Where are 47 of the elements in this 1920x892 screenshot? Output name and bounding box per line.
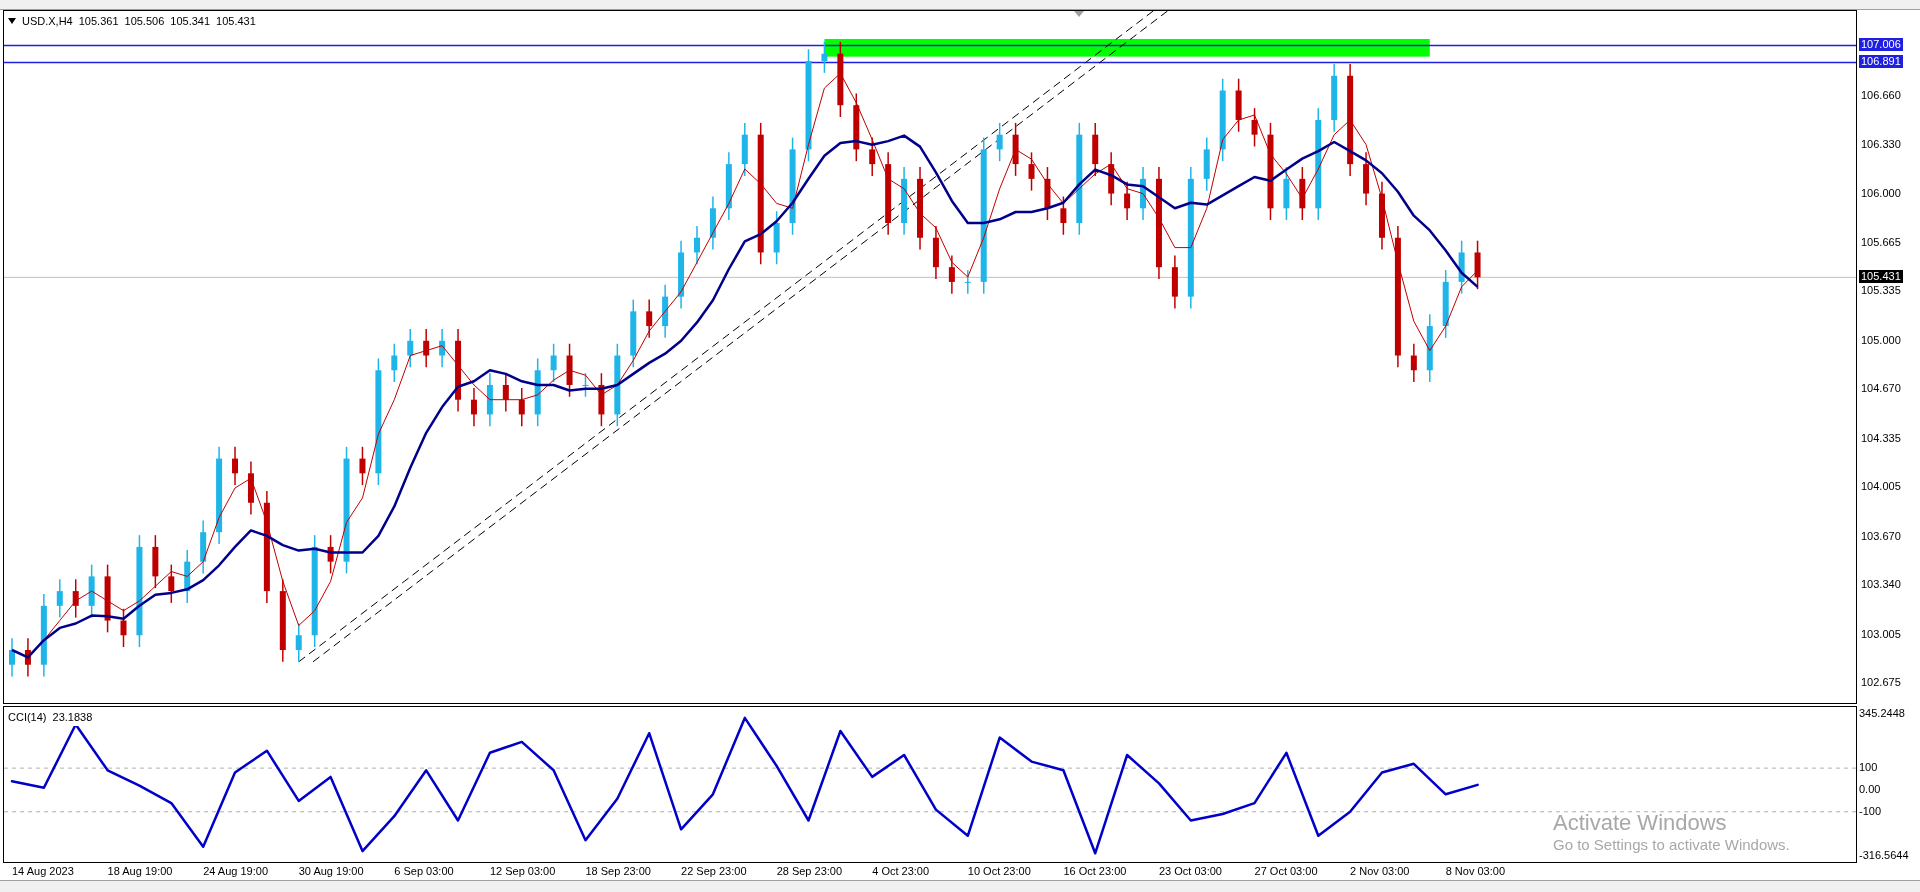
price-label: 105.335 xyxy=(1860,284,1902,298)
price-label: 106.660 xyxy=(1860,89,1902,103)
price-label: 104.670 xyxy=(1860,382,1902,396)
date-label: 30 Aug 19:00 xyxy=(298,865,364,878)
cci-axis-label: -100 xyxy=(1859,804,1882,818)
indicator-name: CCI(14) xyxy=(8,710,47,725)
price-label: 105.665 xyxy=(1860,235,1902,249)
price-label: 106.330 xyxy=(1860,137,1902,151)
date-label: 22 Sep 23:00 xyxy=(681,865,747,878)
price-label: 103.670 xyxy=(1860,529,1902,543)
cci-min-label: -316.5644 xyxy=(1859,849,1909,862)
price-label: 104.005 xyxy=(1860,480,1902,494)
indicator-value: 23.1838 xyxy=(52,710,93,725)
activation-title: Activate Windows xyxy=(1553,810,1728,836)
date-label: 10 Oct 23:00 xyxy=(967,865,1031,878)
date-label: 18 Sep 23:00 xyxy=(585,865,651,878)
date-label: 4 Oct 23:00 xyxy=(872,865,930,878)
price-label: 104.335 xyxy=(1860,431,1902,445)
ohlc-value: 105.341 xyxy=(170,14,211,29)
level-price-label: 106.891 xyxy=(1859,55,1903,69)
ohlc-value: 105.506 xyxy=(124,14,165,29)
date-label: 8 Nov 03:00 xyxy=(1445,865,1505,878)
date-label: 2 Nov 03:00 xyxy=(1350,865,1410,878)
price-label: 103.005 xyxy=(1860,627,1902,641)
activation-subtitle: Go to Settings to activate Windows. xyxy=(1553,836,1790,854)
price-label: 105.000 xyxy=(1860,333,1902,347)
cci-axis-label: 100 xyxy=(1859,761,1878,775)
date-label: 12 Sep 03:00 xyxy=(489,865,556,878)
cci-axis-label: 0.00 xyxy=(1859,782,1881,796)
level-price-label: 107.006 xyxy=(1859,38,1903,52)
current-price-label: 105.431 xyxy=(1859,270,1903,284)
dropdown-triangle-icon[interactable] xyxy=(8,18,16,25)
date-label: 16 Oct 23:00 xyxy=(1063,865,1127,878)
price-label: 103.340 xyxy=(1860,578,1902,592)
date-label: 6 Sep 03:00 xyxy=(394,865,454,878)
ohlc-value: 105.361 xyxy=(78,14,119,29)
date-label: 24 Aug 19:00 xyxy=(203,865,268,878)
cci-max-label: 345.2448 xyxy=(1859,707,1905,720)
date-label: 27 Oct 03:00 xyxy=(1254,865,1318,878)
ohlc-value: 105.431 xyxy=(216,14,256,29)
price-label: 102.675 xyxy=(1860,676,1902,690)
date-label: 23 Oct 03:00 xyxy=(1158,865,1222,878)
date-label: 14 Aug 2023 xyxy=(12,865,74,878)
price-label: 106.000 xyxy=(1860,186,1902,200)
date-label: 28 Sep 23:00 xyxy=(776,865,843,878)
date-label: 18 Aug 19:00 xyxy=(107,865,173,878)
symbol-timeframe: USD.X,H4 xyxy=(22,14,73,29)
